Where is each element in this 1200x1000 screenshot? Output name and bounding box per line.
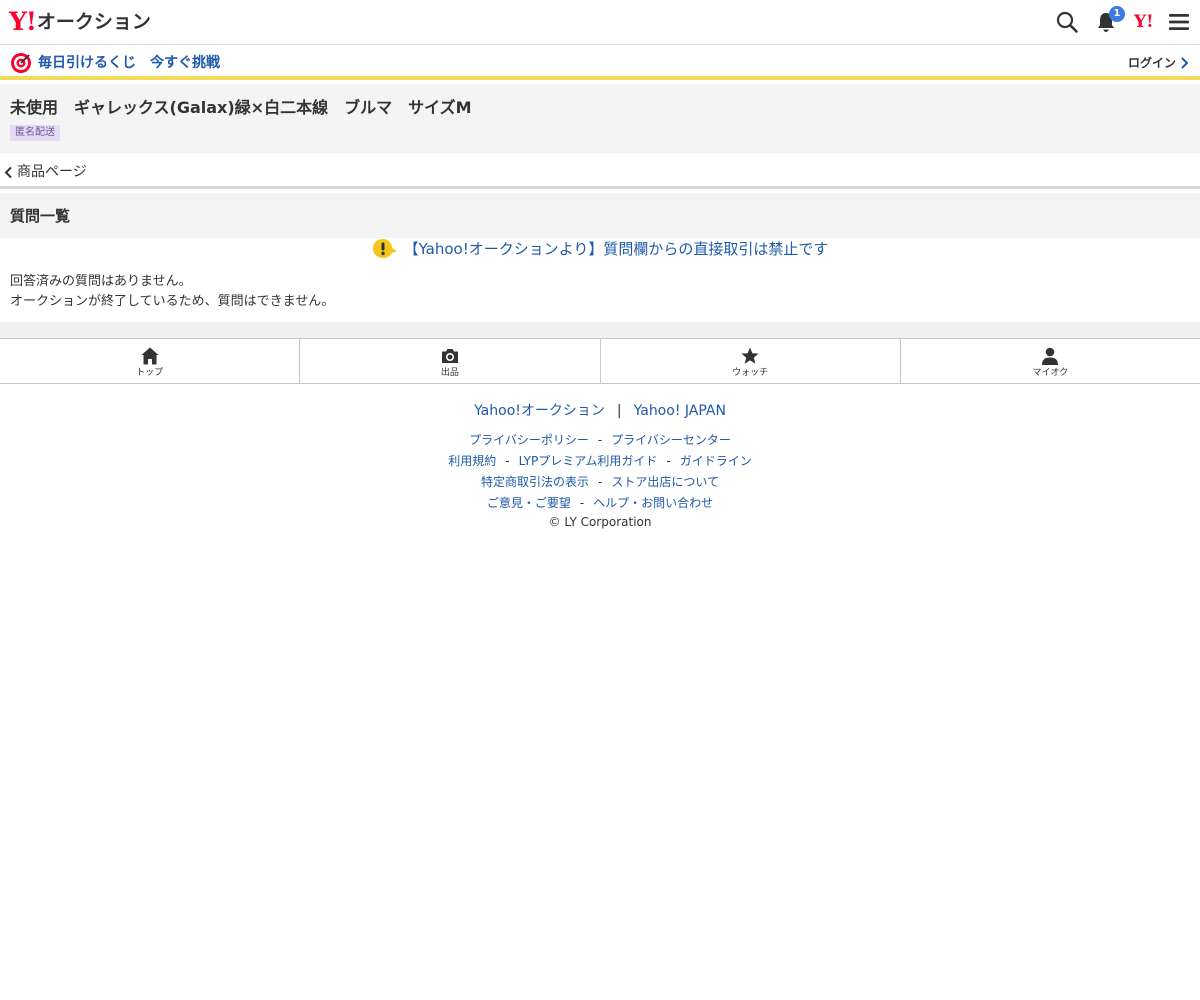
chevron-left-icon <box>4 166 12 178</box>
footer-dash: - <box>597 433 603 447</box>
footer-link-terms[interactable]: 利用規約 <box>448 454 496 468</box>
no-answered-questions-text: 回答済みの質問はありません。 <box>10 274 192 289</box>
login-label: ログイン <box>1127 56 1176 70</box>
section-divider <box>0 322 1200 338</box>
yahoo-auction-logo[interactable]: Y! オークション <box>9 8 151 36</box>
logo-text: オークション <box>36 11 151 33</box>
footer-links-row-1: プライバシーポリシー - プライバシーセンター <box>0 432 1200 448</box>
notice-link[interactable]: 【Yahoo!オークションより】質問欄からの直接取引は禁止です <box>372 238 829 260</box>
nav-item-top[interactable]: トップ <box>0 339 301 383</box>
user-icon <box>1042 347 1059 365</box>
anonymous-shipping-badge: 匿名配送 <box>10 125 60 141</box>
chevron-right-icon <box>1181 57 1188 69</box>
nav-label-top: トップ <box>136 368 164 378</box>
footer-links-row-3: 特定商取引法の表示 - ストア出店について <box>0 474 1200 490</box>
footer-link-feedback[interactable]: ご意見・ご要望 <box>487 496 571 510</box>
bottom-nav: トップ 出品 ウォッチ マイオク <box>0 338 1200 384</box>
notification-badge: 1 <box>1109 6 1125 22</box>
footer-dash: - <box>598 475 603 489</box>
nav-item-sell[interactable]: 出品 <box>300 339 601 383</box>
footer-links-row-4: ご意見・ご要望 - ヘルプ・お問い合わせ <box>0 495 1200 511</box>
login-link[interactable]: ログイン <box>1128 55 1188 71</box>
back-to-item-link[interactable]: 商品ページ <box>4 163 87 181</box>
footer-main-links: Yahoo!オークション | Yahoo! JAPAN <box>0 401 1200 421</box>
questions-heading: 質問一覧 <box>10 207 71 225</box>
copyright: © LY Corporation <box>548 515 652 529</box>
questions-header: 質問一覧 <box>0 193 1200 238</box>
promo-lottery-link[interactable]: 毎日引けるくじ 今すぐ挑戦 <box>38 54 220 72</box>
footer-dash: - <box>579 496 585 510</box>
yahoo-japan-icon[interactable]: Y! <box>1134 12 1154 32</box>
footer-separator: | <box>616 403 622 419</box>
footer-link-yahoo-auction[interactable]: Yahoo!オークション <box>474 403 605 419</box>
footer-link-yahoo-japan[interactable]: Yahoo! JAPAN <box>634 403 726 419</box>
footer-link-store-opening[interactable]: ストア出店について <box>611 475 719 489</box>
home-icon <box>141 347 159 365</box>
promo-bar: 毎日引けるくじ 今すぐ挑戦 ログイン <box>0 46 1200 80</box>
back-row: 商品ページ <box>0 153 1200 189</box>
nav-label-watch: ウォッチ <box>732 368 769 378</box>
nav-label-sell: 出品 <box>440 368 459 378</box>
camera-icon <box>441 349 458 363</box>
logo-mark: Y! <box>9 7 37 36</box>
search-icon[interactable] <box>1055 10 1079 34</box>
item-title-block: 未使用 ギャレックス(Galax)緑×白二本線 ブルマ サイズM 匿名配送 <box>0 84 1200 153</box>
direct-trade-notice: 【Yahoo!オークションより】質問欄からの直接取引は禁止です <box>0 238 1200 260</box>
nav-label-myauction: マイオク <box>1032 368 1069 378</box>
item-title: 未使用 ギャレックス(Galax)緑×白二本線 ブルマ サイズM <box>10 98 472 117</box>
footer-link-help[interactable]: ヘルプ・お問い合わせ <box>593 496 713 510</box>
footer-dash: - <box>505 454 510 468</box>
footer-dash: - <box>666 454 671 468</box>
footer-link-lyp-premium-guide[interactable]: LYPプレミアム利用ガイド <box>519 454 658 468</box>
star-icon <box>741 347 759 364</box>
notice-text: 【Yahoo!オークションより】質問欄からの直接取引は禁止です <box>403 240 829 258</box>
back-link-label: 商品ページ <box>17 164 87 180</box>
target-icon <box>11 53 31 73</box>
app-header: Y! オークション 1 Y! <box>0 0 1200 45</box>
footer-link-commercial-law[interactable]: 特定商取引法の表示 <box>481 475 589 489</box>
nav-item-watch[interactable]: ウォッチ <box>601 339 901 383</box>
footer-links-row-2: 利用規約 - LYPプレミアム利用ガイド - ガイドライン <box>0 453 1200 469</box>
footer-link-privacy-center[interactable]: プライバシーセンター <box>611 433 731 447</box>
footer-link-privacy-policy[interactable]: プライバシーポリシー <box>469 433 589 447</box>
warning-icon <box>372 239 397 258</box>
footer-link-guidelines[interactable]: ガイドライン <box>680 454 752 468</box>
menu-icon[interactable] <box>1167 10 1191 34</box>
nav-item-myauction[interactable]: マイオク <box>901 339 1200 383</box>
auction-closed-text: オークションが終了しているため、質問はできません。 <box>10 294 335 309</box>
